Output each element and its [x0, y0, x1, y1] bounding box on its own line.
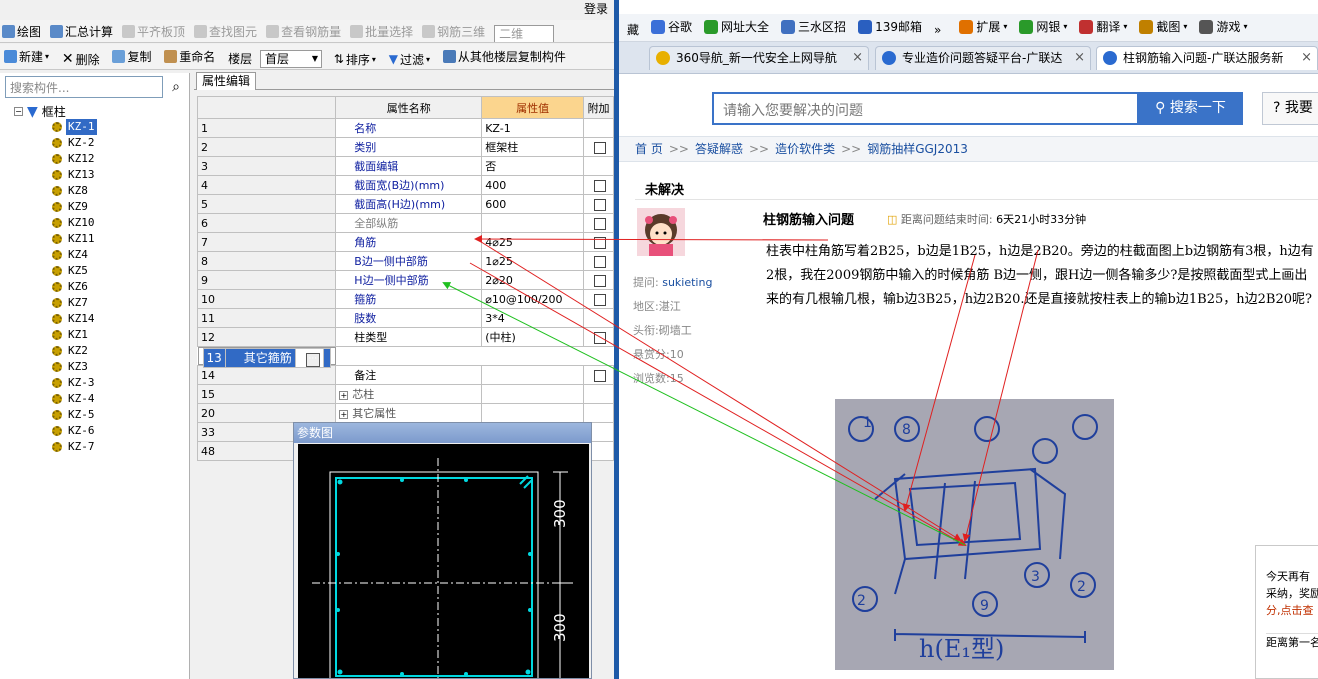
arrow-corner-rebar [474, 235, 829, 244]
arrow-h-side-rebar [442, 282, 966, 546]
arrow-b-side-rebar [469, 262, 967, 546]
arrow-text-to-photo-2 [962, 249, 1039, 542]
arrow-corner-to-photo [477, 239, 962, 542]
annotation-arrows [442, 235, 1039, 546]
arrow-text-to-photo-1 [902, 254, 976, 512]
